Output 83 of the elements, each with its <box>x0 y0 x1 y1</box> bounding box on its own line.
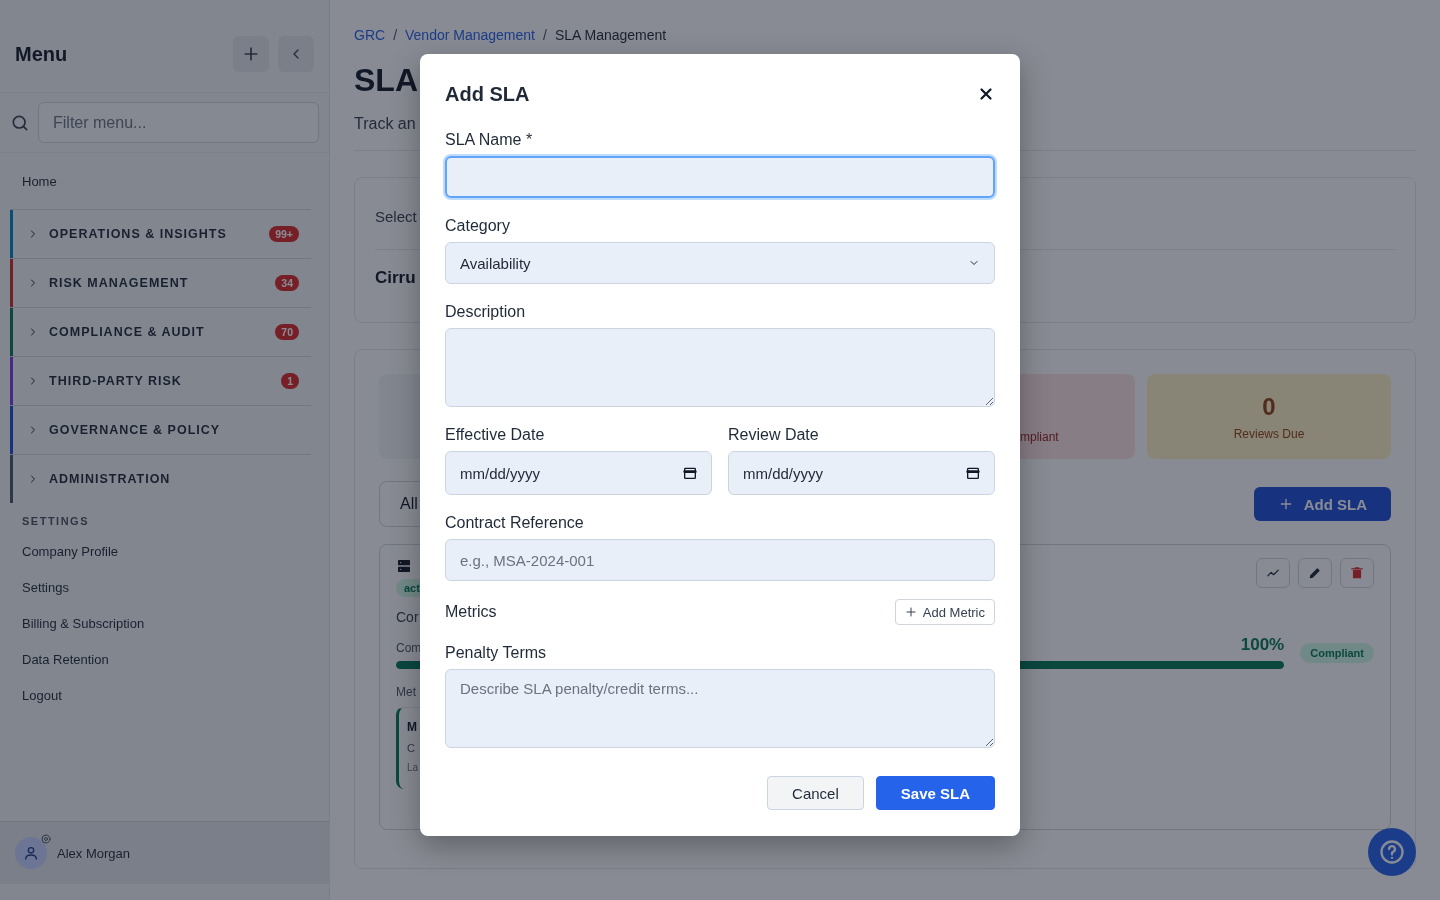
nav-group[interactable]: GOVERNANCE & POLICY <box>10 405 311 454</box>
edit-button[interactable] <box>1298 558 1332 588</box>
sidebar-title: Menu <box>15 42 69 66</box>
nav-group-label: ADMINISTRATION <box>49 472 172 486</box>
add-metric-button[interactable]: Add Metric <box>894 599 995 625</box>
nav-item[interactable]: Settings <box>10 569 311 605</box>
page-title: SLA <box>354 61 418 100</box>
select-field[interactable]: Availability <box>445 242 995 284</box>
nav-group[interactable]: THIRD-PARTY RISK 1 <box>10 356 311 405</box>
sla-name: Cor <box>396 609 419 625</box>
save-button[interactable]: Save SLA <box>875 776 995 810</box>
breadcrumb-link[interactable]: GRC <box>354 27 386 43</box>
vendor-name: Cirru <box>375 268 416 288</box>
field-label: Description <box>445 302 527 322</box>
compliance-label: Com <box>396 641 422 655</box>
modal-title: Add SLA <box>445 82 530 106</box>
count-badge: 99+ <box>269 226 299 242</box>
nav-group[interactable]: OPERATIONS & INSIGHTS 99+ <box>10 209 311 258</box>
close-icon <box>977 85 995 103</box>
breadcrumb-current: SLA Management <box>554 27 667 43</box>
text-field[interactable]: e.g., MSA-2024-001 <box>445 539 995 581</box>
nav-item[interactable]: Billing & Subscription <box>10 605 311 641</box>
metric-name: M <box>407 720 417 734</box>
cancel-button[interactable]: Cancel <box>767 776 864 810</box>
close-button[interactable] <box>977 85 995 103</box>
calendar-icon <box>682 465 698 481</box>
nav-item[interactable]: Home <box>10 153 311 209</box>
pencil-icon <box>1308 566 1322 580</box>
date-field[interactable]: mm/dd/yyyy <box>728 451 995 495</box>
field-label: SLA Name * <box>445 130 534 150</box>
nav-item[interactable]: Logout <box>10 677 311 713</box>
field-label: Metrics <box>445 602 497 622</box>
add-sla-button[interactable]: Add SLA <box>1253 487 1391 521</box>
breadcrumb-separator: / <box>543 27 547 43</box>
filter-field[interactable]: Filter menu... <box>38 102 319 143</box>
calendar-icon <box>965 465 981 481</box>
nav-item[interactable]: Data Retention <box>10 641 311 677</box>
count-badge: 70 <box>275 324 299 340</box>
stat-value: 0 <box>1262 392 1276 421</box>
nav-group-label: COMPLIANCE & AUDIT <box>49 325 206 339</box>
trend-line-icon <box>1266 566 1280 580</box>
nav-group-label: RISK MANAGEMENT <box>49 276 190 290</box>
collapse-button[interactable] <box>278 36 314 72</box>
field-label: Review Date <box>728 425 820 445</box>
metric-detail: La <box>407 762 419 773</box>
field-label: Contract Reference <box>445 513 585 533</box>
delete-button[interactable] <box>1340 558 1374 588</box>
count-badge: 1 <box>281 373 299 389</box>
user-name: Alex Morgan <box>57 845 130 861</box>
add-button[interactable] <box>233 36 269 72</box>
select-label: Select <box>375 208 417 225</box>
stat-label: mpliant <box>1020 429 1059 444</box>
gear-icon <box>40 833 52 845</box>
nav-group-label: THIRD-PARTY RISK <box>49 374 183 388</box>
metric-detail: C <box>407 742 415 754</box>
stat-label: Reviews Due <box>1233 426 1305 441</box>
field-label: Category <box>445 216 511 236</box>
breadcrumb-separator: / <box>393 27 397 43</box>
section-heading: SETTINGS <box>21 514 90 529</box>
plus-icon <box>904 606 917 618</box>
nav-group[interactable]: COMPLIANCE & AUDIT 70 <box>10 307 311 356</box>
textarea-field[interactable]: Describe SLA penalty/credit terms... <box>445 669 995 748</box>
nav-group-label: GOVERNANCE & POLICY <box>49 423 222 437</box>
breadcrumb-link[interactable]: Vendor Management <box>405 27 535 43</box>
trend-button[interactable] <box>1256 558 1290 588</box>
field-label: Effective Date <box>445 425 546 445</box>
nav-group-label: OPERATIONS & INSIGHTS <box>49 227 228 241</box>
date-field[interactable]: mm/dd/yyyy <box>445 451 712 495</box>
compliance-percent: 100% <box>1240 635 1285 655</box>
nav-group[interactable]: RISK MANAGEMENT 34 <box>10 258 311 307</box>
nav-group[interactable]: ADMINISTRATION <box>10 454 311 503</box>
count-badge: 34 <box>275 275 299 291</box>
person-icon <box>23 845 39 861</box>
help-icon <box>1378 838 1406 866</box>
text-field-focused[interactable] <box>445 156 995 198</box>
page-subtitle: Track an <box>354 114 416 134</box>
metrics-label: Met <box>396 685 416 699</box>
nav-item[interactable]: Company Profile <box>10 533 311 569</box>
trash-icon <box>1350 566 1364 580</box>
field-label: Penalty Terms <box>445 643 548 663</box>
compliance-badge: Compliant <box>1300 643 1374 663</box>
textarea-field[interactable] <box>445 328 995 407</box>
server-icon <box>396 558 412 574</box>
